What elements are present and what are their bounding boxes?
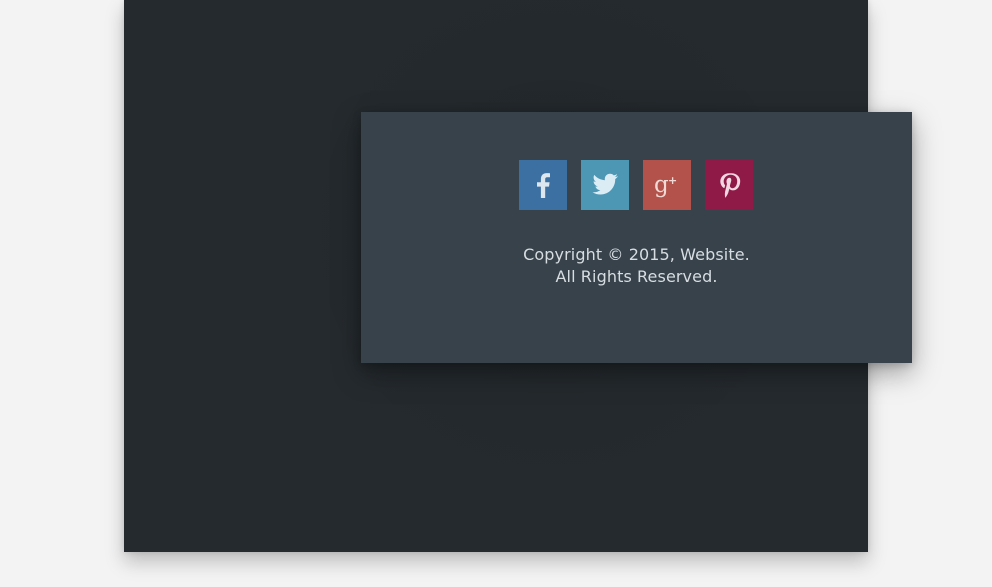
svg-text:+: +	[668, 174, 677, 187]
footer-card: g + Copyright © 2015, Website. All Right…	[361, 112, 912, 363]
copyright-text: Copyright © 2015, Website. All Rights Re…	[361, 244, 912, 288]
pinterest-button[interactable]	[705, 160, 753, 210]
facebook-icon	[535, 171, 551, 199]
facebook-button[interactable]	[519, 160, 567, 210]
copyright-line-1: Copyright © 2015, Website.	[523, 245, 750, 264]
pinterest-icon	[717, 171, 741, 199]
google-plus-button[interactable]: g +	[643, 160, 691, 210]
copyright-line-2: All Rights Reserved.	[555, 267, 718, 286]
google-plus-icon: g +	[652, 171, 682, 199]
twitter-button[interactable]	[581, 160, 629, 210]
twitter-icon	[591, 173, 619, 197]
social-links: g +	[519, 160, 753, 210]
svg-text:g: g	[654, 172, 669, 198]
